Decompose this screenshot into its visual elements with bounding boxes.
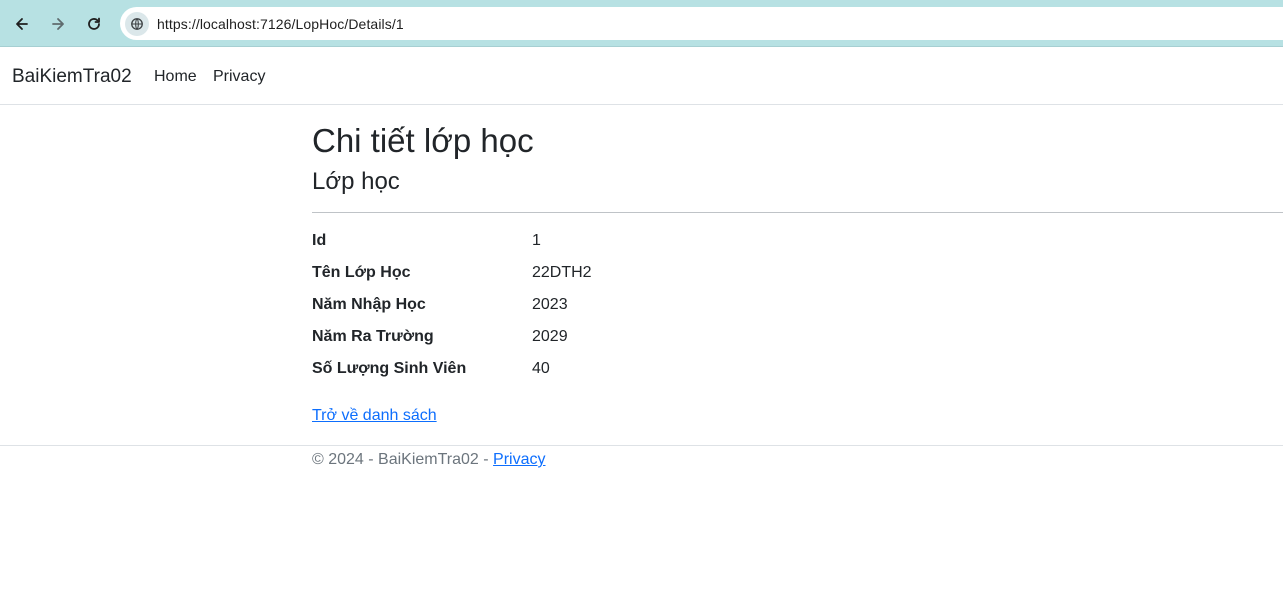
browser-toolbar: https://localhost:7126/LopHoc/Details/1 (0, 0, 1283, 47)
url-text: https://localhost:7126/LopHoc/Details/1 (157, 15, 404, 32)
detail-label: Id (312, 232, 327, 249)
detail-label: Năm Ra Trường (312, 328, 434, 345)
forward-button[interactable] (44, 10, 72, 38)
reload-icon (88, 17, 100, 30)
divider (312, 212, 1283, 213)
back-to-list-link[interactable]: Trở về danh sách (312, 407, 437, 425)
address-bar[interactable]: https://localhost:7126/LopHoc/Details/1 (120, 7, 1283, 40)
detail-row-ten-lop-hoc: Tên Lớp Học 22DTH2 (312, 264, 1283, 288)
footer-text: © 2024 - BaiKiemTra02 - Privacy (312, 451, 546, 469)
detail-value: 2029 (532, 328, 568, 345)
reload-button[interactable] (80, 10, 108, 38)
detail-row-nam-nhap-hoc: Năm Nhập Học 2023 (312, 296, 1283, 320)
navbar-brand[interactable]: BaiKiemTra02 (12, 66, 132, 88)
section-subtitle: Lớp học (312, 168, 400, 195)
site-info-button[interactable] (125, 11, 149, 36)
detail-row-so-luong-sinh-vien: Số Lượng Sinh Viên 40 (312, 360, 1283, 384)
arrow-right-icon (52, 18, 64, 30)
detail-row-id: Id 1 (312, 232, 1283, 256)
footer-privacy-link[interactable]: Privacy (493, 451, 545, 468)
site-navbar: BaiKiemTra02 Home Privacy (0, 48, 1283, 105)
detail-label: Năm Nhập Học (312, 296, 426, 313)
detail-value: 40 (532, 360, 550, 377)
detail-value: 2023 (532, 296, 568, 313)
detail-value: 1 (532, 232, 541, 249)
site-footer: © 2024 - BaiKiemTra02 - Privacy (0, 445, 1283, 485)
nav-link-privacy[interactable]: Privacy (213, 68, 265, 86)
nav-link-home[interactable]: Home (154, 68, 197, 86)
arrow-left-icon (16, 18, 28, 30)
detail-row-nam-ra-truong: Năm Ra Trường 2029 (312, 328, 1283, 352)
detail-label: Tên Lớp Học (312, 264, 411, 281)
globe-icon (131, 17, 143, 30)
back-button[interactable] (8, 10, 36, 38)
footer-copyright: © 2024 - BaiKiemTra02 - (312, 451, 494, 468)
detail-value: 22DTH2 (532, 264, 592, 281)
detail-label: Số Lượng Sinh Viên (312, 360, 467, 377)
page-title: Chi tiết lớp học (312, 122, 534, 159)
